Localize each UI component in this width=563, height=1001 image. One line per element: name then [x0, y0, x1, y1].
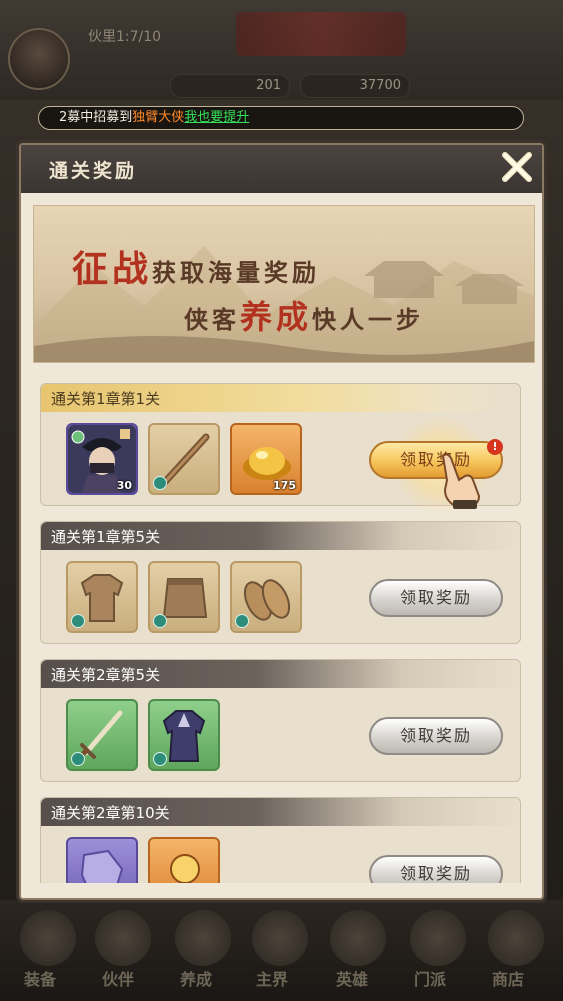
nav-tab-label[interactable]: 装备 — [24, 966, 56, 990]
reward-card-header: 通关第2章第5关 — [41, 660, 520, 688]
reward-card-title: 通关第1章第1关 — [51, 390, 161, 408]
player-avatar[interactable] — [8, 28, 70, 90]
nav-icon[interactable] — [95, 910, 151, 966]
reward-card-header: 通关第1章第1关 — [41, 384, 520, 412]
claim-reward-button[interactable]: 领取奖励 — [369, 717, 503, 755]
nav-icon[interactable] — [410, 910, 466, 966]
reward-item[interactable]: 175 — [230, 423, 302, 495]
reward-list[interactable]: 通关第1章第1关 30 175 领取奖励 ! 通关第1章第5关 领取奖励 通关第… — [33, 379, 533, 883]
pointing-hand-icon — [441, 453, 481, 509]
nav-icon[interactable] — [252, 910, 308, 966]
nav-tab-label[interactable]: 门派 — [414, 966, 446, 990]
quality-badge — [153, 476, 167, 490]
nav-icon[interactable] — [330, 910, 386, 966]
quality-badge — [71, 752, 85, 766]
nav-tab-label[interactable]: 养成 — [180, 966, 212, 990]
nav-tab-label[interactable]: 英雄 — [336, 966, 368, 990]
reward-item[interactable]: 30 — [66, 423, 138, 495]
resource-counter-1: 201 — [170, 74, 290, 98]
reward-card: 通关第1章第5关 领取奖励 — [40, 521, 521, 644]
elixir-orb-icon — [170, 854, 200, 883]
nav-tab-label[interactable]: 主界 — [256, 966, 288, 990]
promo-banner: 征战获取海量奖励 侠客养成快人一步 — [33, 205, 535, 363]
reward-item[interactable] — [148, 837, 220, 883]
reward-card-title: 通关第1章第5关 — [51, 528, 161, 546]
quality-badge — [235, 614, 249, 628]
item-quantity: 175 — [273, 479, 296, 492]
reward-card-title: 通关第2章第5关 — [51, 666, 161, 684]
quality-badge — [71, 614, 85, 628]
close-icon — [502, 152, 532, 182]
reward-card-header: 通关第2章第10关 — [41, 798, 520, 826]
nav-tab-label[interactable]: 商店 — [492, 966, 524, 990]
quality-badge — [153, 614, 167, 628]
reward-card: 通关第1章第1关 30 175 领取奖励 ! — [40, 383, 521, 514]
reward-card: 通关第2章第5关 领取奖励 — [40, 659, 521, 782]
broadcast-marquee: 2募中招募到独臂大侠我也要提升 — [38, 106, 524, 130]
nav-icon[interactable] — [175, 910, 231, 966]
nav-icon[interactable] — [488, 910, 544, 966]
reward-item[interactable] — [230, 561, 302, 633]
reward-item[interactable] — [66, 699, 138, 771]
close-button[interactable] — [499, 149, 535, 185]
reward-item[interactable] — [66, 561, 138, 633]
banner-subline: 侠客养成快人一步 — [184, 298, 425, 336]
item-quantity: 30 — [116, 479, 132, 492]
hero-shard-icon — [80, 849, 124, 883]
resource-counter-2: 37700 — [300, 74, 410, 98]
marquee-text: 2募中招募到 — [59, 110, 133, 125]
nav-tab-label[interactable]: 伙伴 — [102, 966, 134, 990]
marquee-link[interactable]: 我也要提升 — [184, 110, 249, 125]
player-name: 伙里1:7/10 — [88, 29, 162, 45]
banner-headline: 征战获取海量奖励 — [72, 248, 321, 290]
reward-item[interactable] — [66, 837, 138, 883]
quality-badge — [153, 752, 167, 766]
reward-card-header: 通关第1章第5关 — [41, 522, 520, 550]
marquee-highlight: 独臂大侠 — [132, 110, 185, 125]
reward-item[interactable] — [148, 561, 220, 633]
alert-dot: ! — [487, 439, 503, 455]
nav-icon[interactable] — [20, 910, 76, 966]
event-banner[interactable] — [236, 12, 406, 56]
reward-item[interactable] — [148, 699, 220, 771]
dialog-title: 通关奖励 — [49, 160, 138, 182]
reward-item[interactable] — [148, 423, 220, 495]
claim-reward-button[interactable]: 领取奖励 — [369, 855, 503, 883]
clear-reward-dialog: 通关奖励 征战获取海量奖励 侠客养成快人一步 通关第1章第1关 30 175 领… — [19, 143, 544, 900]
dialog-header: 通关奖励 — [21, 145, 542, 193]
reward-card: 通关第2章第10关 领取奖励 — [40, 797, 521, 883]
claim-reward-button[interactable]: 领取奖励 — [369, 579, 503, 617]
reward-card-title: 通关第2章第10关 — [51, 804, 170, 822]
